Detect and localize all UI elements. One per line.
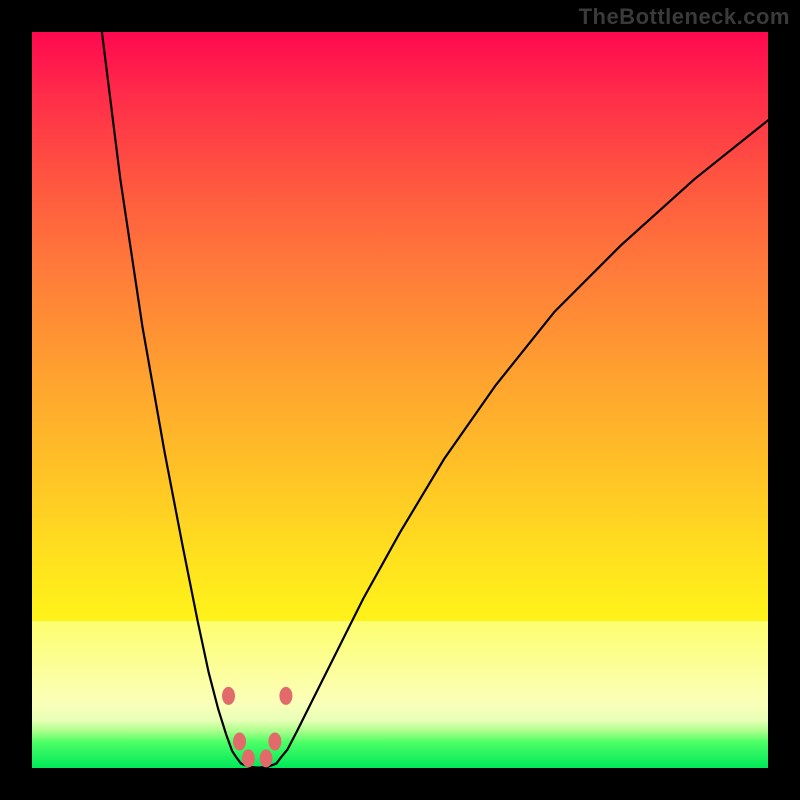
valley-marker <box>279 687 292 705</box>
bottleneck-curve <box>102 32 768 768</box>
valley-marker <box>242 749 255 767</box>
valley-marker <box>222 687 235 705</box>
watermark-text: TheBottleneck.com <box>579 4 790 30</box>
curve-layer <box>32 32 768 768</box>
valley-marker <box>260 749 273 767</box>
chart-container: TheBottleneck.com <box>0 0 800 800</box>
valley-marker <box>233 733 246 751</box>
valley-marker <box>268 733 281 751</box>
plot-area <box>32 32 768 768</box>
